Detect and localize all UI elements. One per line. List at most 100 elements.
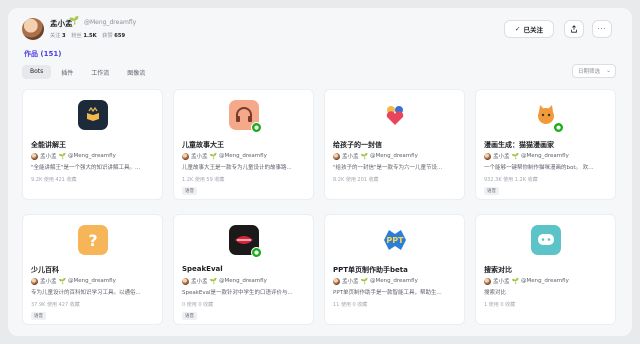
- tab-plugins[interactable]: 插件: [53, 65, 81, 79]
- author-name: 孟小孟: [493, 279, 510, 285]
- tab-bots[interactable]: Bots: [22, 65, 52, 79]
- card-author: 孟小孟 🌱 @Meng_dreamfly: [484, 152, 569, 160]
- card-author: 孟小孟 🌱 @Meng_dreamfly: [333, 152, 418, 160]
- card-title: 儿童故事大王: [182, 141, 224, 149]
- sprout-icon: 🌱: [511, 152, 519, 160]
- card-stats: 0 使用 0 收藏: [182, 302, 214, 308]
- author-name: 孟小孟: [493, 154, 510, 160]
- card-tag: 语音: [182, 312, 197, 320]
- sprout-icon: 🌱: [69, 16, 79, 25]
- card-description: PPT单页制作助手是一款智能工具，帮助生...: [333, 290, 442, 296]
- card-author: 孟小孟 🌱 @Meng_dreamfly: [182, 277, 267, 285]
- family-heart-icon: [380, 100, 410, 130]
- author-handle: @Meng_dreamfly: [219, 278, 267, 284]
- card-title: 搜索对比: [484, 266, 512, 274]
- ppt-icon: PPT: [380, 225, 410, 255]
- card-description: SpeakEval是一款针对中学生的口语评价与...: [182, 290, 293, 296]
- card-stats: 8.2K 使用 201 收藏: [333, 177, 379, 183]
- author-name: 孟小孟: [191, 279, 208, 285]
- card-title: SpeakEval: [182, 265, 223, 273]
- author-name: 孟小孟: [40, 279, 57, 285]
- stat-fans-value: 1.5K: [83, 33, 97, 39]
- bot-card[interactable]: 全能讲解王 孟小孟 🌱 @Meng_dreamfly "全能讲解王"是一个强大的知识…: [22, 89, 163, 200]
- tab-imageflows[interactable]: 图像流: [119, 65, 153, 79]
- card-author: 孟小孟 🌱 @Meng_dreamfly: [484, 277, 569, 285]
- profile-header: 孟小孟 🌱 @Meng_dreamfly 关注 3 粉丝 1.5K 获赞 659…: [22, 16, 620, 46]
- tab-workflows[interactable]: 工作流: [83, 65, 117, 79]
- card-description: 儿童故事大王是一款专为儿童设计的故事路...: [182, 165, 292, 171]
- bot-card[interactable]: ● 漫画生成：猫猫漫画家 孟小孟 🌱 @Meng_dreamfly 一个能够一键帮你…: [475, 89, 616, 200]
- sprout-icon: 🌱: [360, 277, 368, 285]
- sprout-icon: 🌱: [360, 152, 368, 160]
- stat-fans-label: 粉丝: [71, 33, 82, 39]
- author-avatar: [333, 152, 340, 160]
- follow-label: 已关注: [523, 26, 543, 34]
- headphones-icon: ●: [229, 100, 262, 133]
- more-icon: ···: [597, 25, 607, 33]
- card-title: 全能讲解王: [31, 141, 66, 149]
- works-title: 作品 (151): [24, 50, 62, 58]
- bot-card[interactable]: ● 儿童故事大王 孟小孟 🌱 @Meng_dreamfly 儿童故事大王是一款专为儿…: [173, 89, 314, 200]
- date-filter-label: 日期筛选: [578, 69, 601, 75]
- follow-button[interactable]: ✓ 已关注: [504, 20, 554, 38]
- sprout-icon: 🌱: [58, 152, 66, 160]
- chat-bubble-icon: [531, 225, 561, 255]
- author-avatar: [182, 277, 189, 285]
- stat-likes-label: 获赞: [102, 33, 113, 39]
- profile-stats: 关注 3 粉丝 1.5K 获赞 659: [50, 32, 129, 39]
- more-button[interactable]: ···: [592, 20, 612, 38]
- author-avatar: [484, 152, 491, 160]
- card-tag: 语音: [182, 187, 197, 195]
- author-name: 孟小孟: [191, 154, 208, 160]
- card-author: 孟小孟 🌱 @Meng_dreamfly: [31, 277, 116, 285]
- sprout-icon: 🌱: [58, 277, 66, 285]
- bot-card[interactable]: 给孩子的一封信 孟小孟 🌱 @Meng_dreamfly "给孩子的一封信"是一款专…: [324, 89, 465, 200]
- question-icon: ?: [78, 225, 108, 255]
- bot-card[interactable]: ? 少儿百科 孟小孟 🌱 @Meng_dreamfly 专为儿童设计的百科知识学习工…: [22, 214, 163, 325]
- author-avatar: [333, 277, 340, 285]
- svg-text:?: ?: [88, 231, 97, 250]
- bot-card[interactable]: PPT PPT单页制作助手beta 孟小孟 🌱 @Meng_dreamfly PPT…: [324, 214, 465, 325]
- check-icon: ✓: [515, 25, 521, 33]
- card-description: "给孩子的一封信"是一款专为六一儿童节设...: [333, 165, 443, 171]
- bot-card[interactable]: ● SpeakEval 孟小孟 🌱 @Meng_dreamfly SpeakEval…: [173, 214, 314, 325]
- card-stats: 932.3K 使用 1.2K 收藏: [484, 177, 538, 183]
- stat-likes-value: 659: [114, 33, 126, 39]
- book-crown-icon: [78, 100, 108, 130]
- card-stats: 1 使用 0 收藏: [484, 302, 516, 308]
- bot-card[interactable]: 搜索对比 孟小孟 🌱 @Meng_dreamfly 搜索对比 1 使用 0 收藏: [475, 214, 616, 325]
- chevron-down-icon: ⌄: [605, 67, 611, 74]
- card-stats: 11 使用 0 收藏: [333, 302, 368, 308]
- card-title: 给孩子的一封信: [333, 141, 382, 149]
- card-description: 一个能够一键帮你制作猫咪漫画的bot。 欢...: [484, 165, 594, 171]
- card-title: PPT单页制作助手beta: [333, 266, 408, 274]
- card-stats: 1.2K 使用 59 收藏: [182, 177, 225, 183]
- author-handle: @Meng_dreamfly: [370, 153, 418, 159]
- sprout-icon: 🌱: [209, 152, 217, 160]
- author-avatar: [182, 152, 189, 160]
- date-filter-select[interactable]: 日期筛选 ⌄: [572, 64, 616, 78]
- wechat-badge-icon: ●: [553, 122, 564, 133]
- svg-text:PPT: PPT: [386, 236, 404, 245]
- card-description: 专为儿童设计的百科知识学习工具。以通俗...: [31, 290, 141, 296]
- author-handle: @Meng_dreamfly: [219, 153, 267, 159]
- card-author: 孟小孟 🌱 @Meng_dreamfly: [31, 152, 116, 160]
- card-tag: 语音: [31, 312, 46, 320]
- card-stats: 9.2K 使用 421 收藏: [31, 177, 77, 183]
- author-avatar: [31, 152, 38, 160]
- author-handle: @Meng_dreamfly: [521, 153, 569, 159]
- share-button[interactable]: [564, 20, 584, 38]
- stat-following-value: 3: [62, 33, 66, 39]
- card-stats: 37.9K 使用 427 收藏: [31, 302, 80, 308]
- stat-following-label: 关注: [50, 33, 61, 39]
- author-handle: @Meng_dreamfly: [68, 278, 116, 284]
- cat-icon: ●: [531, 100, 564, 133]
- avatar[interactable]: [22, 18, 44, 40]
- card-author: 孟小孟 🌱 @Meng_dreamfly: [333, 277, 418, 285]
- wechat-badge-icon: ●: [251, 247, 262, 258]
- card-title: 漫画生成：猫猫漫画家: [484, 141, 554, 149]
- author-handle: @Meng_dreamfly: [68, 153, 116, 159]
- works-tabs: Bots 插件 工作流 图像流: [22, 65, 153, 79]
- profile-page: 孟小孟 🌱 @Meng_dreamfly 关注 3 粉丝 1.5K 获赞 659…: [8, 8, 632, 336]
- card-author: 孟小孟 🌱 @Meng_dreamfly: [182, 152, 267, 160]
